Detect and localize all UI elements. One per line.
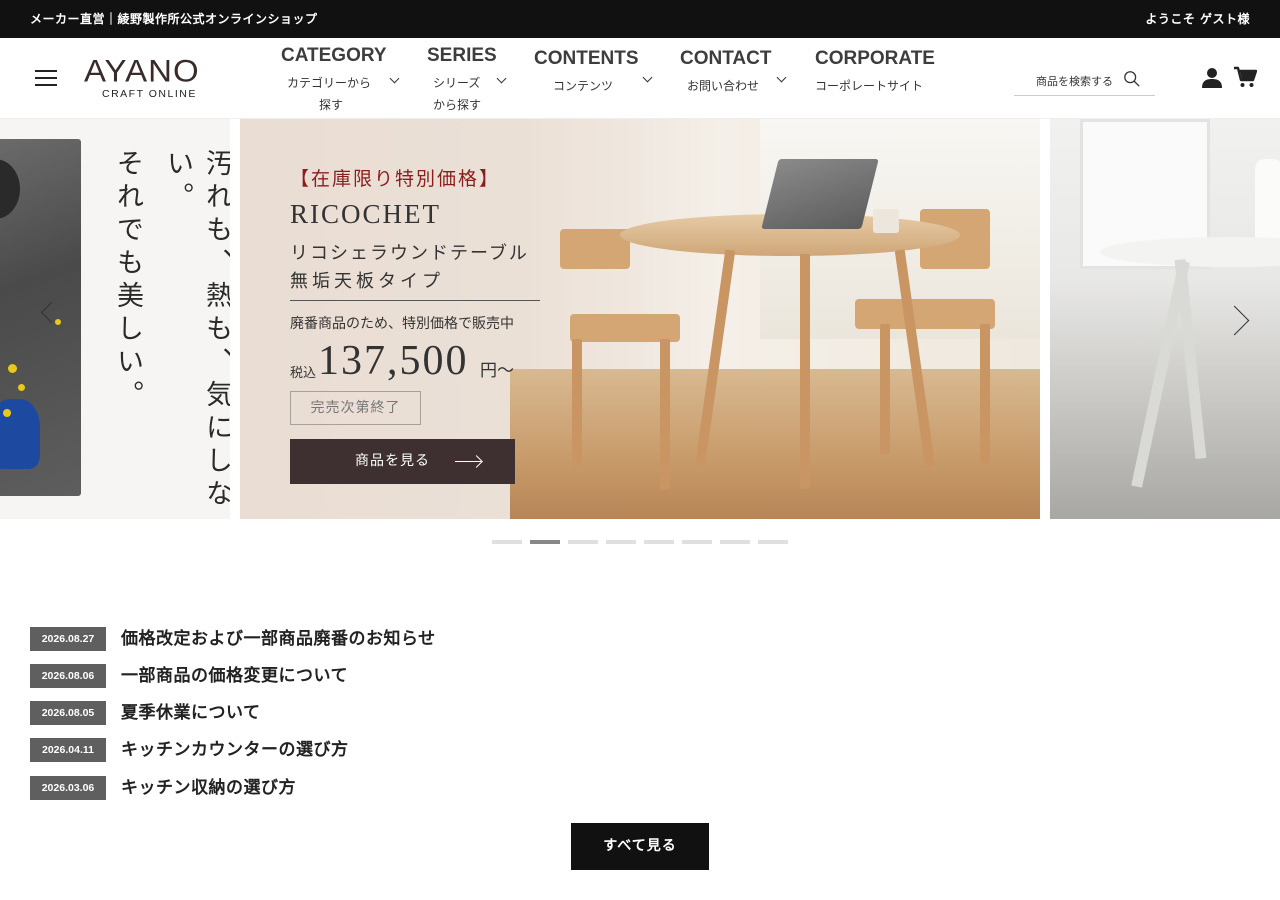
user-icon[interactable] [1200, 65, 1224, 89]
chevron-down-icon [642, 72, 653, 83]
news-title: 夏季休業について [121, 703, 261, 723]
chair-seat-image [855, 299, 995, 329]
logo-subtitle: CRAFT ONLINE [102, 88, 197, 100]
search-input[interactable]: 商品を検索する [1014, 66, 1155, 96]
promo-tax-label: 税込 [290, 366, 317, 381]
chevron-down-icon [496, 73, 507, 84]
chevron-down-icon [389, 73, 400, 84]
carousel-prev-arrow-icon[interactable] [38, 297, 58, 323]
carousel-dot[interactable] [644, 540, 674, 544]
chair-leg [572, 339, 582, 469]
welcome-message: ようこそ ゲスト様 [1145, 12, 1250, 26]
nav-category-sub-2: 探す [319, 98, 344, 112]
view-product-label: 商品を見る [355, 453, 430, 469]
search-placeholder: 商品を検索する [1036, 75, 1113, 88]
flower-decoration [3, 409, 11, 417]
chevron-down-icon [776, 72, 787, 83]
chair-leg [880, 324, 890, 454]
nav-category-label: CATEGORY [281, 45, 387, 66]
logo-wordmark: AYANO [84, 52, 200, 89]
promo-tag: 【在庫限り特別価格】 [290, 168, 501, 190]
flower-decoration [18, 384, 25, 391]
shop-name: メーカー直営｜綾野製作所公式オンラインショップ [30, 12, 318, 26]
promo-badge: 完売次第終了 [290, 391, 421, 425]
nav-contact-label: CONTACT [680, 48, 772, 69]
table-leg [800, 254, 810, 489]
news-date: 2026.08.27 [30, 627, 106, 651]
news-date: 2026.04.11 [30, 738, 106, 762]
nav-contact-sub: お問い合わせ [687, 79, 760, 93]
laptop-image [761, 159, 879, 229]
hero-carousel: 汚れも、熱も、気にしない。 それでも美しい。 [0, 119, 1280, 519]
nav-corporate-label: CORPORATE [815, 48, 935, 69]
news-date: 2026.08.05 [30, 701, 106, 725]
nav-series-label: SERIES [427, 45, 497, 66]
carousel-next-arrow-icon[interactable] [1224, 305, 1250, 331]
promo-divider [290, 300, 540, 301]
carousel-dot[interactable] [682, 540, 712, 544]
flower-decoration [8, 364, 17, 373]
news-title: キッチン収納の選び方 [121, 778, 296, 798]
carousel-dot-active[interactable] [530, 540, 560, 544]
promo-product-variant: 無垢天板タイプ [290, 271, 444, 292]
news-date: 2026.08.06 [30, 664, 106, 688]
wood-floor [510, 369, 1040, 519]
carousel-dot[interactable] [568, 540, 598, 544]
view-all-button[interactable]: すべて見る [571, 823, 709, 870]
promo-price-suffix: 円～ [480, 361, 514, 381]
nav-series-sub-2: から探す [433, 98, 482, 112]
chair-seat-image [570, 314, 680, 342]
news-title: 一部商品の価格変更について [121, 666, 348, 686]
carousel-dot[interactable] [720, 540, 750, 544]
cart-icon[interactable] [1233, 65, 1257, 89]
table-leg [1174, 258, 1207, 460]
nav-contents-label: CONTENTS [534, 48, 639, 69]
nav-category-sub-1: カテゴリーから [287, 76, 372, 90]
chair-leg [980, 324, 990, 464]
carousel-dot[interactable] [492, 540, 522, 544]
nav-series[interactable]: SERIES シリーズ から探す [427, 38, 509, 119]
announcement-bar: メーカー直営｜綾野製作所公式オンラインショップ ようこそ ゲスト様 [0, 0, 1280, 38]
carousel-dot[interactable] [606, 540, 636, 544]
vase-image [1255, 159, 1280, 249]
menu-icon[interactable] [35, 68, 57, 86]
site-logo[interactable]: AYANO CRAFT ONLINE [84, 52, 220, 100]
mug-image [873, 209, 899, 233]
news-title: 価格改定および一部商品廃番のお知らせ [121, 629, 436, 649]
site-header: AYANO CRAFT ONLINE CATEGORY カテゴリーから 探す S… [0, 38, 1280, 119]
promo-brand: RICOCHET [290, 199, 441, 229]
nav-contact[interactable]: CONTACT お問い合わせ [680, 38, 792, 119]
slide-previous-copy-2: それでも美しい。 [112, 149, 143, 413]
promo-product-name: リコシェラウンドテーブル [290, 243, 529, 264]
nav-contents[interactable]: CONTENTS コンテンツ [534, 38, 656, 119]
promo-price: 137,500 [318, 338, 469, 384]
nav-corporate-sub: コーポレートサイト [815, 79, 924, 93]
slide-previous[interactable]: 汚れも、熱も、気にしない。 それでも美しい。 [0, 119, 230, 519]
chair-leg [660, 339, 670, 489]
nav-category[interactable]: CATEGORY カテゴリーから 探す [281, 38, 401, 119]
view-product-button[interactable]: 商品を見る [290, 439, 515, 484]
nav-corporate[interactable]: CORPORATE コーポレートサイト [815, 38, 935, 119]
search-icon[interactable] [1123, 70, 1141, 88]
nav-series-sub-1: シリーズ [433, 76, 481, 90]
promo-note: 廃番商品のため、特別価格で販売中 [290, 316, 514, 332]
slide-previous-copy-1: 汚れも、熱も、気にしない。 [162, 149, 230, 512]
carousel-dot[interactable] [758, 540, 788, 544]
nav-contents-sub: コンテンツ [553, 79, 614, 93]
news-date: 2026.03.06 [30, 776, 106, 800]
news-title: キッチンカウンターの選び方 [121, 740, 349, 760]
arrow-right-icon [455, 461, 481, 462]
